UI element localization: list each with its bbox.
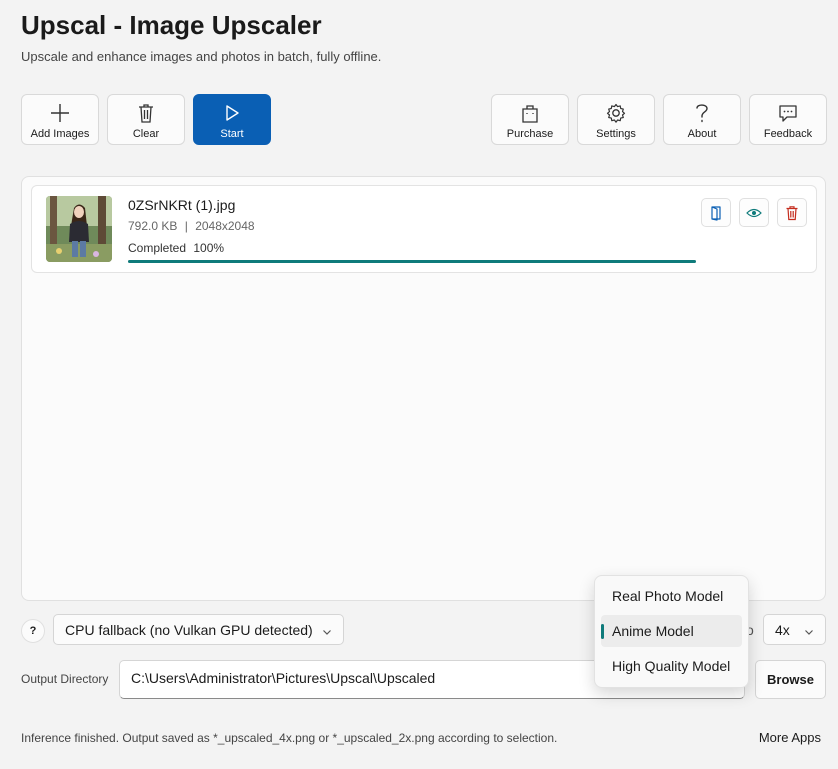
file-thumbnail	[46, 196, 112, 262]
open-file-button[interactable]	[701, 198, 731, 227]
model-option-anime[interactable]: Anime Model	[601, 615, 742, 647]
shopping-bag-icon	[518, 101, 542, 125]
scale-select[interactable]: 4x	[763, 614, 826, 645]
model-option-high-quality[interactable]: High Quality Model	[601, 650, 742, 682]
app-subtitle: Upscale and enhance images and photos in…	[21, 49, 382, 64]
add-images-button[interactable]: Add Images	[21, 94, 99, 145]
output-directory-value: C:\Users\Administrator\Pictures\Upscal\U…	[131, 670, 436, 686]
file-progress-percent: 100%	[193, 241, 225, 255]
start-button[interactable]: Start	[193, 94, 271, 145]
file-dimensions: 2048x2048	[195, 219, 255, 233]
help-button[interactable]: ?	[21, 619, 45, 643]
trash-icon	[134, 101, 158, 125]
about-label: About	[687, 128, 717, 140]
file-item: 0ZSrNKRt (1).jpg 792.0 KB | 2048x2048 Co…	[31, 185, 817, 273]
purchase-button[interactable]: Purchase	[491, 94, 569, 145]
output-directory-label: Output Directory	[21, 672, 109, 686]
file-list: 0ZSrNKRt (1).jpg 792.0 KB | 2048x2048 Co…	[21, 176, 826, 601]
more-apps-link[interactable]: More Apps	[759, 730, 821, 745]
delete-file-button[interactable]	[777, 198, 807, 227]
model-option-real-photo[interactable]: Real Photo Model	[601, 580, 742, 612]
file-progress-bar	[128, 260, 696, 263]
purchase-label: Purchase	[506, 128, 554, 140]
clear-label: Clear	[132, 128, 160, 140]
model-option-label: Real Photo Model	[612, 588, 724, 604]
app-title: Upscal - Image Upscaler	[21, 10, 322, 40]
selection-indicator	[601, 624, 604, 639]
model-option-label: High Quality Model	[612, 658, 731, 674]
status-message: Inference finished. Output saved as *_up…	[21, 731, 558, 745]
model-dropdown: Real Photo Model Anime Model High Qualit…	[594, 575, 749, 688]
plus-icon	[48, 101, 72, 125]
play-icon	[220, 101, 244, 125]
model-option-label: Anime Model	[612, 623, 694, 639]
file-size: 792.0 KB	[128, 219, 178, 233]
about-button[interactable]: About	[663, 94, 741, 145]
trash-icon	[785, 205, 799, 221]
file-status: Completed 100%	[128, 241, 224, 255]
scale-select-value: 4x	[775, 621, 790, 638]
file-status-text: Completed	[128, 241, 187, 255]
settings-button[interactable]: Settings	[577, 94, 655, 145]
clear-button[interactable]: Clear	[107, 94, 185, 145]
feedback-icon	[776, 101, 800, 125]
browse-button[interactable]: Browse	[755, 660, 826, 699]
feedback-label: Feedback	[763, 128, 813, 140]
open-door-icon	[709, 205, 723, 221]
file-meta: 792.0 KB | 2048x2048	[128, 219, 255, 233]
start-label: Start	[220, 128, 244, 140]
device-select[interactable]: CPU fallback (no Vulkan GPU detected)	[53, 614, 344, 645]
settings-label: Settings	[596, 128, 636, 140]
chevron-down-icon	[804, 624, 814, 642]
file-name: 0ZSrNKRt (1).jpg	[128, 197, 236, 213]
gear-icon	[604, 101, 628, 125]
chevron-down-icon	[322, 624, 332, 642]
question-mark-icon	[690, 101, 714, 125]
feedback-button[interactable]: Feedback	[749, 94, 827, 145]
preview-button[interactable]	[739, 198, 769, 227]
add-images-label: Add Images	[30, 128, 90, 140]
device-select-value: CPU fallback (no Vulkan GPU detected)	[65, 621, 313, 638]
file-progress-fill	[128, 260, 696, 263]
eye-icon	[746, 207, 762, 219]
meta-separator: |	[184, 219, 188, 233]
